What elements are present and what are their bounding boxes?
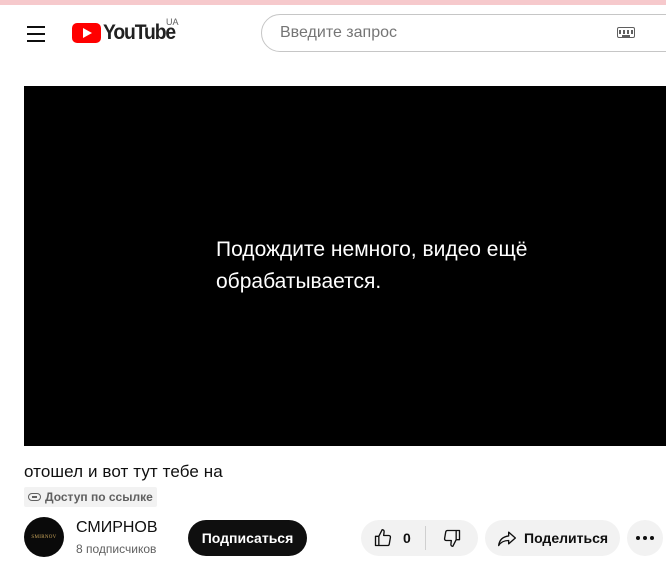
menu-icon-line (27, 40, 45, 42)
channel-avatar[interactable]: SMIRNOV (24, 517, 64, 557)
thumb-down-icon (443, 529, 461, 547)
dislike-button[interactable] (426, 520, 478, 556)
subscribe-button[interactable]: Подписаться (188, 520, 307, 556)
like-count: 0 (403, 530, 411, 546)
logo-text: YouTube (103, 21, 176, 44)
visibility-badge: Доступ по ссылке (24, 487, 157, 507)
visibility-label: Доступ по ссылке (45, 490, 153, 504)
logo-country-code: UA (166, 17, 179, 27)
link-icon (28, 493, 41, 501)
keyboard-icon[interactable] (617, 27, 635, 38)
more-horizontal-icon-dot (636, 536, 640, 540)
more-horizontal-icon-dot (650, 536, 654, 540)
search-box (261, 14, 666, 52)
share-label: Поделиться (524, 530, 609, 546)
subscriber-count: 8 подписчиков (76, 542, 157, 556)
menu-icon-line (27, 33, 45, 35)
top-color-strip (0, 0, 666, 5)
channel-name[interactable]: СМИРНОВ (76, 519, 158, 537)
search-input[interactable] (278, 23, 602, 43)
thumb-up-icon (374, 529, 392, 547)
share-icon (498, 531, 516, 547)
youtube-logo[interactable]: YouTube (72, 21, 181, 45)
guide-menu-button[interactable] (18, 18, 54, 50)
like-dislike-group: 0 (361, 520, 478, 556)
more-horizontal-icon-dot (643, 536, 647, 540)
menu-icon-line (27, 26, 45, 28)
video-title: отошел и вот тут тебе на (24, 462, 223, 481)
more-actions-button[interactable] (627, 520, 663, 556)
processing-message: Подождите немного, видео ещё обрабатывае… (216, 238, 528, 293)
youtube-play-icon (72, 23, 101, 43)
share-button[interactable]: Поделиться (485, 520, 620, 556)
youtube-watch-page: YouTube UA Подождите немного, видео ещё … (0, 0, 666, 569)
video-player[interactable]: Подождите немного, видео ещё обрабатывае… (24, 86, 666, 446)
avatar-logo-text: SMIRNOV (31, 534, 57, 540)
like-button[interactable]: 0 (361, 520, 425, 556)
